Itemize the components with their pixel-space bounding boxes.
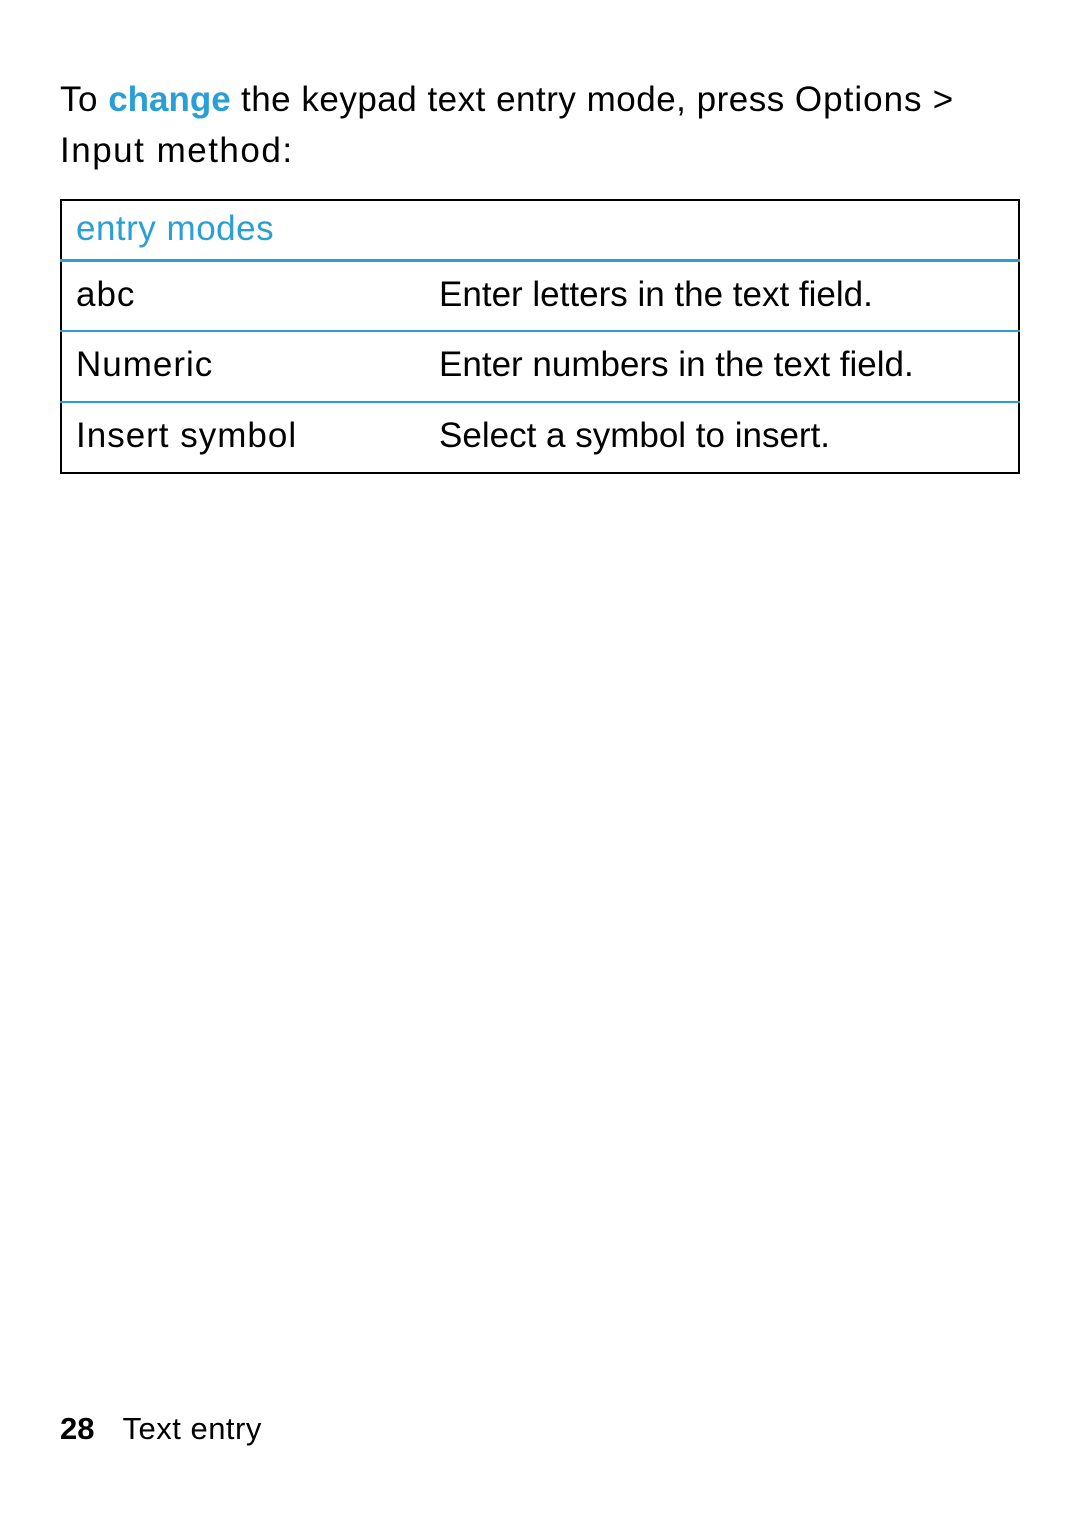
table-header: entry modes <box>61 200 1019 261</box>
intro-text-3: > <box>923 80 954 119</box>
intro-text-4: : <box>282 131 292 170</box>
page-number: 28 <box>60 1411 94 1446</box>
entry-modes-table: entry modes abc Enter letters in the tex… <box>60 199 1020 474</box>
page-footer: 28 Text entry <box>60 1411 262 1447</box>
table-row: Numeric Enter numbers in the text field. <box>61 331 1019 402</box>
intro-text-2: the keypad text entry mode, press <box>231 80 795 119</box>
mode-name: Numeric <box>61 331 425 402</box>
intro-input-method: Input method <box>60 131 282 170</box>
mode-desc: Enter letters in the text field. <box>425 260 1019 331</box>
intro-paragraph: To change the keypad text entry mode, pr… <box>60 75 1020 177</box>
mode-desc: Enter numbers in the text field. <box>425 331 1019 402</box>
mode-name: abc <box>61 260 425 331</box>
table-row: abc Enter letters in the text field. <box>61 260 1019 331</box>
section-title: Text entry <box>122 1411 261 1446</box>
intro-change-word: change <box>108 80 231 119</box>
intro-text-1: To <box>60 80 108 119</box>
mode-name: Insert symbol <box>61 402 425 473</box>
mode-desc: Select a symbol to insert. <box>425 402 1019 473</box>
intro-options-key: Options <box>795 80 923 119</box>
table-row: Insert symbol Select a symbol to insert. <box>61 402 1019 473</box>
